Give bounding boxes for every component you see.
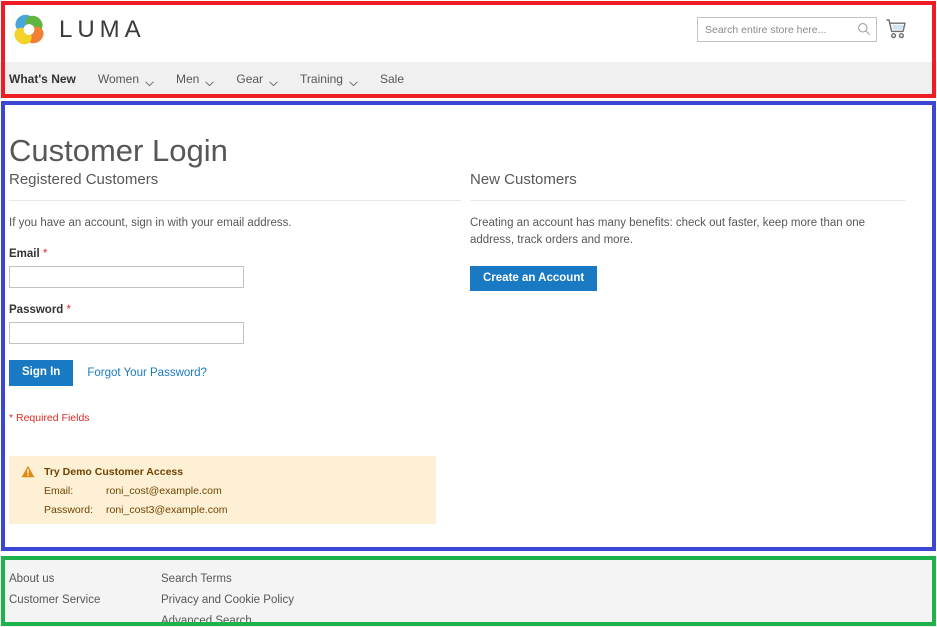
demo-email-key: Email:	[44, 485, 74, 497]
registered-customers-heading: Registered Customers	[9, 171, 159, 188]
logo[interactable]: LUMA	[12, 12, 146, 48]
demo-password-row: Password: roni_cost3@example.com	[21, 504, 424, 516]
nav-item-label: Women	[97, 72, 140, 86]
nav-item-label: Sale	[379, 72, 404, 86]
password-field-label: Password *	[9, 304, 461, 316]
sign-in-button[interactable]: Sign In	[9, 360, 74, 387]
nav-item-label: Training	[300, 72, 343, 86]
logo-text: LUMA	[59, 16, 146, 43]
shopping-cart-icon[interactable]	[884, 17, 908, 42]
registered-customers-note: If you have an account, sign in with you…	[9, 217, 292, 229]
registered-customers-section: Registered Customers If you have an acco…	[9, 171, 461, 424]
footer-links-column-2: Search Terms Privacy and Cookie Policy A…	[161, 573, 294, 627]
new-customers-section: New Customers Creating an account has ma…	[470, 171, 906, 292]
demo-notice-title: Try Demo Customer Access	[44, 465, 184, 478]
email-field-group: Email *	[9, 248, 461, 289]
create-account-button[interactable]: Create an Account	[470, 265, 598, 292]
nav-item-training[interactable]: Training	[300, 62, 358, 96]
luma-flower-logo-icon	[12, 13, 46, 47]
footer-links-column-1: About us Customer Service	[9, 573, 100, 615]
site-footer: About us Customer Service Search Terms P…	[0, 556, 937, 627]
page-title: Customer Login	[9, 132, 228, 168]
password-label-text: Password	[9, 304, 64, 317]
warning-triangle-icon	[21, 465, 35, 478]
nav-item-sale[interactable]: Sale	[380, 62, 404, 96]
main-navigation: What's New Women Men Gear Training Sale	[0, 62, 937, 96]
new-customers-heading: New Customers	[470, 171, 577, 188]
login-actions: Sign In Forgot Your Password?	[9, 360, 461, 387]
nav-item-whats-new[interactable]: What's New	[9, 62, 76, 96]
search-box[interactable]	[697, 17, 877, 42]
search-input[interactable]	[697, 17, 877, 42]
footer-link-about-us[interactable]: About us	[9, 573, 100, 585]
section-divider	[470, 200, 906, 201]
required-asterisk: *	[42, 248, 48, 261]
required-fields-note: * Required Fields	[9, 412, 90, 425]
footer-link-search-terms[interactable]: Search Terms	[161, 573, 294, 585]
demo-email-value: roni_cost@example.com	[106, 485, 222, 497]
footer-link-privacy-and-cookie-policy[interactable]: Privacy and Cookie Policy	[161, 594, 294, 606]
footer-link-customer-service[interactable]: Customer Service	[9, 594, 100, 606]
required-asterisk: *	[66, 304, 72, 317]
demo-notice-title-row: Try Demo Customer Access	[21, 465, 424, 478]
password-field-group: Password *	[9, 304, 461, 345]
new-customers-note: Creating an account has many benefits: c…	[470, 217, 866, 247]
demo-password-key: Password:	[44, 504, 94, 516]
chevron-down-icon	[269, 76, 278, 87]
nav-item-label: Gear	[236, 72, 264, 86]
section-divider	[9, 200, 461, 201]
main-content: Customer Login Registered Customers If y…	[0, 101, 937, 551]
footer-link-advanced-search[interactable]: Advanced Search	[161, 615, 294, 627]
nav-item-label: What's New	[9, 72, 76, 86]
password-input[interactable]	[9, 322, 244, 345]
search-icon[interactable]	[857, 22, 871, 36]
chevron-down-icon	[205, 76, 215, 87]
email-label-text: Email	[9, 248, 40, 261]
nav-item-men[interactable]: Men	[176, 62, 215, 96]
chevron-down-icon	[145, 76, 154, 87]
email-field-label: Email *	[9, 248, 461, 260]
nav-item-women[interactable]: Women	[98, 62, 154, 96]
demo-password-value: roni_cost3@example.com	[106, 504, 228, 516]
nav-item-gear[interactable]: Gear	[236, 62, 278, 96]
nav-item-label: Men	[176, 72, 200, 86]
demo-customer-access-notice: Try Demo Customer Access Email: roni_cos…	[9, 456, 436, 524]
forgot-password-link[interactable]: Forgot Your Password?	[87, 367, 207, 379]
email-input[interactable]	[9, 266, 244, 289]
demo-email-row: Email: roni_cost@example.com	[21, 485, 424, 497]
chevron-down-icon	[349, 76, 358, 87]
site-header: LUMA	[0, 0, 937, 62]
page-root: LUMA What's New Women	[0, 0, 937, 627]
